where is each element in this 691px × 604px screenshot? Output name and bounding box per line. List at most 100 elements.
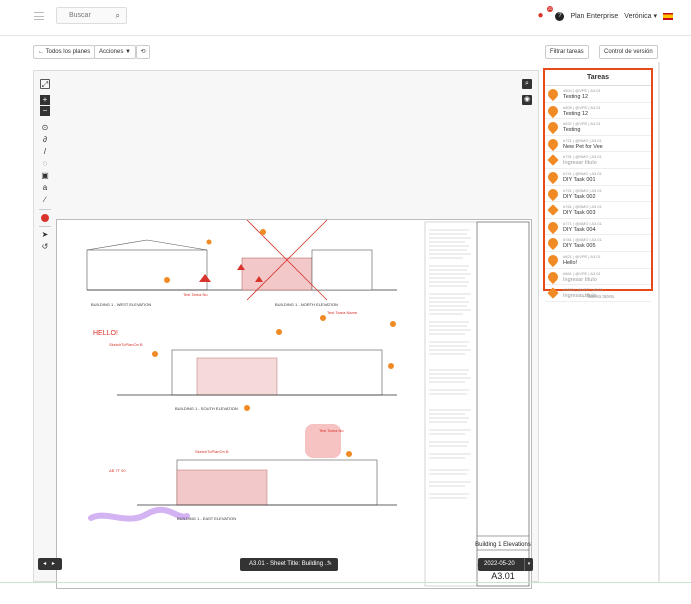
history-icon[interactable]: ⟲ — [136, 45, 150, 59]
version-control-button[interactable]: Control de versión — [599, 45, 658, 59]
annotation-label: SketchToPlanOn B — [109, 342, 143, 347]
task-ref: #1001 | @VPE | A3.01 — [563, 287, 603, 293]
page-scrollbar[interactable] — [658, 62, 660, 582]
task-row[interactable]: #731 | @BMO | A3.01 Ingresar título — [545, 152, 651, 169]
task-row[interactable]: #821 | @VPE | A3.01 Hello! — [545, 252, 651, 269]
sheet-title-text: A3.01 - Sheet Title: Building ... — [249, 561, 330, 567]
page-nav-arrows[interactable]: ◂ ▸ — [38, 558, 62, 570]
sheet-title-selector[interactable]: A3.01 - Sheet Title: Building ... ✎ — [240, 558, 338, 571]
task-row[interactable]: #781 | @BMO | A3.01 DIY Task 005 — [545, 235, 651, 252]
task-pin-icon — [547, 204, 559, 216]
task-row[interactable]: #751 | @BMO | A3.01 DIY Task 002 — [545, 186, 651, 203]
chevron-down-icon[interactable]: ▾ — [524, 558, 533, 571]
plan-viewer[interactable]: ⤢ + − ⊙ ∂ / ◌ ▣ a ∕ ➤ ↺ ⌕ ◉ Building 1 E… — [33, 70, 539, 589]
pin-tool-icon[interactable]: ⊙ — [40, 123, 50, 133]
keynote-lines — [429, 229, 471, 499]
record-icon[interactable] — [41, 214, 49, 222]
task-pin-icon — [545, 86, 561, 102]
task-name: Ingresar título — [563, 160, 597, 167]
task-row[interactable]: #861 | @VPE | A3.01 Ingresar título — [545, 269, 651, 286]
annotation-label: Test Tarea Name — [327, 310, 358, 315]
menu-icon[interactable] — [34, 12, 44, 20]
title-block-frame — [476, 221, 530, 587]
task-ref: #741 | @BMO | A3.01 — [563, 170, 602, 176]
top-bar: ⌕ ●22 ? Plan Enterprise Verónica ▾ — [0, 0, 691, 36]
task-row[interactable]: #721 | @BMO | A3.01 New Pet for Vee — [545, 136, 651, 153]
task-pin-icon — [545, 236, 561, 251]
drawing-canvas: Building 1 Elevations A3.01 BUILDING 1 -… — [86, 219, 531, 587]
divider — [0, 582, 691, 583]
east-elevation — [137, 424, 397, 506]
notifications-badge: 22 — [546, 6, 554, 12]
task-pin-icon — [545, 120, 561, 135]
drawing-sheet[interactable]: Building 1 Elevations A3.01 BUILDING 1 -… — [56, 219, 532, 589]
sheet-number-text: A3.01 — [491, 571, 515, 581]
task-name: Hello! — [563, 259, 578, 266]
task-pin-icon — [545, 169, 561, 185]
link-tool-icon[interactable]: ∂ — [40, 135, 50, 145]
west-elevation — [86, 219, 397, 301]
select-cursor-icon[interactable]: ➤ — [40, 230, 50, 240]
annotation-label: AB 7T 90 — [109, 468, 126, 473]
south-elevation — [117, 349, 397, 396]
plan-label: Plan Enterprise — [570, 12, 619, 20]
task-row[interactable]: #771 | @BMO | A3.01 DIY Task 004 — [545, 219, 651, 236]
zoom-in-icon[interactable]: + — [40, 95, 50, 105]
shape-tool-icon[interactable]: ◌ — [40, 159, 50, 169]
task-row[interactable]: #505 | @VPE | A3.01 Testing 12 — [545, 103, 651, 120]
elevation-label: BUILDING 1 - SOUTH ELEVATION — [175, 406, 238, 411]
task-ref: #751 | @BMO | A3.01 — [563, 187, 602, 193]
search-box[interactable]: ⌕ — [56, 7, 127, 24]
filter-tasks-button[interactable]: Filtrar tareas — [545, 45, 589, 59]
zoom-out-icon[interactable]: − — [40, 106, 50, 116]
user-menu[interactable]: Verónica ▾ — [624, 12, 657, 20]
task-name: Ingresar título — [563, 276, 597, 283]
back-to-plans-button[interactable]: ← Todos los planes — [33, 45, 96, 59]
sheet-name-text: Building 1 Elevations — [475, 542, 531, 548]
undo-icon[interactable]: ↺ — [40, 242, 50, 252]
task-name: DIY Task 004 — [563, 226, 596, 233]
new-task-link[interactable]: + Nueva tarea — [543, 294, 653, 300]
search-plan-icon[interactable]: ⌕ — [522, 79, 532, 89]
annotation-label: Test Tarea No — [319, 428, 344, 433]
task-ref: #721 | @BMO | A3.01 — [563, 137, 602, 143]
task-row[interactable]: #504 | @VPE | A3.01 Testing 12 — [545, 86, 651, 103]
tasks-panel: Tareas #504 | @VPE | A3.01 Testing 12 #505… — [543, 68, 653, 302]
user-area: ● 22 ? Plan Enterprise Verónica ▾ — [537, 6, 673, 24]
actions-button[interactable]: Acciones ▼ — [94, 45, 136, 59]
task-name: Testing 12 — [563, 110, 589, 117]
task-ref: #505 | @VPE | A3.01 — [563, 104, 601, 110]
measure-tool-icon[interactable]: ∕ — [40, 195, 50, 205]
notifications-icon[interactable]: ● 22 — [537, 6, 554, 22]
task-pin-icon — [545, 219, 561, 234]
task-name: DIY Task 005 — [563, 243, 596, 250]
task-pin-icon — [545, 136, 561, 151]
task-ref: #771 | @BMO | A3.01 — [563, 220, 602, 226]
text-tool-icon[interactable]: a — [40, 183, 50, 193]
task-name: Testing — [563, 127, 581, 134]
search-input[interactable] — [57, 8, 109, 23]
language-flag-icon[interactable] — [663, 12, 673, 20]
task-row[interactable]: #537 | @VPE | A3.01 Testing — [545, 119, 651, 136]
pen-tool-icon[interactable]: / — [40, 147, 50, 157]
plan-toolbar: ← Todos los planes Acciones ▼ ⟲ Filtrar … — [0, 40, 691, 62]
help-icon[interactable]: ? — [555, 11, 565, 21]
search-icon[interactable]: ⌕ — [116, 11, 120, 21]
tasks-panel-title: Tareas — [545, 70, 651, 86]
version-date-text: 2022-05-20 — [484, 561, 515, 567]
task-row[interactable]: #741 | @BMO | A3.01 DIY Task 001 — [545, 169, 651, 186]
fullscreen-icon[interactable]: ⤢ — [40, 79, 50, 89]
camera-tool-icon[interactable]: ▣ — [40, 171, 50, 181]
task-ref: #731 | @BMO | A3.01 — [563, 154, 602, 160]
task-row[interactable]: #761 | @BMO | A3.01 DIY Task 003 — [545, 202, 651, 219]
task-name: DIY Task 002 — [563, 193, 596, 200]
edit-pencil-icon[interactable]: ✎ — [327, 558, 332, 571]
elevation-label: BUILDING 1 - NORTH ELEVATION — [275, 302, 338, 307]
elevation-label: BUILDING 1 - WEST ELEVATION — [91, 302, 151, 307]
tool-divider — [39, 209, 51, 210]
task-ref: #537 | @VPE | A3.01 — [563, 121, 601, 127]
elevation-label: BUILDING 1 - EAST ELEVATION — [177, 516, 236, 521]
visibility-icon[interactable]: ◉ — [522, 95, 532, 105]
task-pin-icon — [545, 186, 561, 201]
version-date-selector[interactable]: 2022-05-20 ▾ — [478, 558, 533, 571]
